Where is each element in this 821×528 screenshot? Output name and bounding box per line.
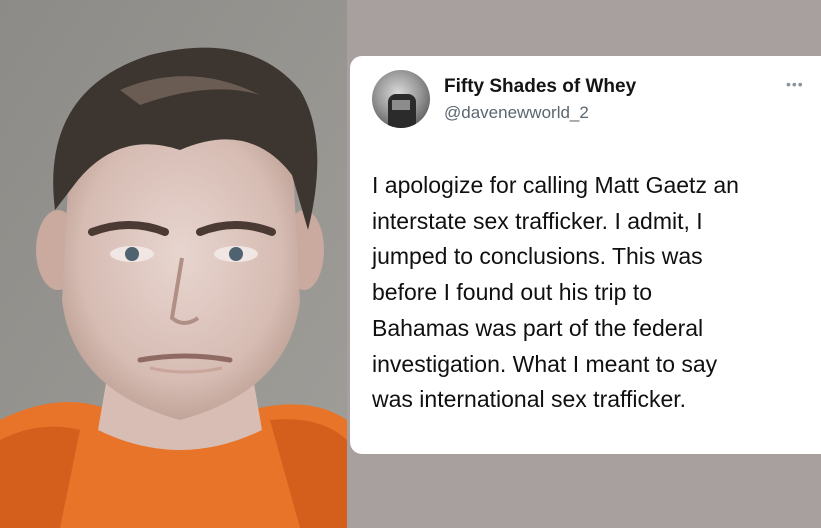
tweet-card[interactable]: Fifty Shades of Whey @davenewworld_2 •••… [350, 56, 821, 454]
avatar-shirt-graphic [392, 100, 410, 110]
tweet-text: I apologize for calling Matt Gaetz an in… [372, 168, 802, 418]
avatar[interactable] [372, 70, 430, 128]
display-name[interactable]: Fifty Shades of Whey [444, 76, 636, 98]
tweet-text-line: I apologize for calling Matt Gaetz an [372, 172, 739, 198]
tweet-text-line: was international sex trafficker. [372, 386, 687, 413]
mugshot-photo [0, 0, 347, 528]
mugshot-illustration [0, 0, 347, 528]
tweet-text-line: investigation. What I meant to say [372, 350, 718, 377]
tweet-text-line: interstate sex trafficker. I admit, I [372, 207, 703, 234]
more-horizontal-icon[interactable]: ••• [786, 76, 804, 92]
tweet-text-line: jumped to conclusions. This was [372, 243, 703, 270]
tweet-text-line: before I found out his trip to [372, 279, 653, 306]
user-handle[interactable]: @davenewworld_2 [444, 103, 589, 123]
tweet-text-line: Bahamas was part of the federal [372, 314, 704, 341]
